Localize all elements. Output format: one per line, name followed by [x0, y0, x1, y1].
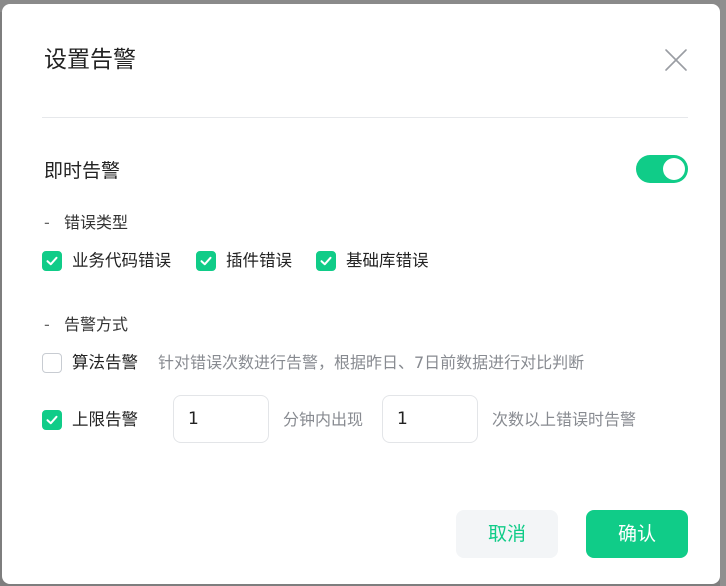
instant-alert-label: 即时告警 — [44, 160, 121, 182]
header-divider — [42, 117, 688, 118]
minutes-input[interactable] — [173, 395, 269, 443]
checkbox-base-library-error[interactable]: 基础库错误 — [316, 250, 429, 272]
toggle-knob — [663, 158, 685, 180]
check-icon — [320, 256, 332, 266]
dash-marker: - — [44, 213, 50, 232]
checkbox-label: 算法告警 — [72, 353, 138, 372]
check-icon — [46, 415, 58, 425]
close-button[interactable] — [662, 46, 690, 74]
cancel-button[interactable]: 取消 — [456, 510, 558, 558]
count-input[interactable] — [382, 395, 478, 443]
alert-methods-heading-text: 告警方式 — [64, 315, 129, 334]
checkbox-upper-limit-alert[interactable]: 上限告警 — [42, 409, 138, 431]
confirm-button[interactable]: 确认 — [586, 510, 688, 558]
checkbox-box[interactable] — [42, 410, 62, 430]
checkbox-algorithm-alert[interactable]: 算法告警 — [42, 352, 138, 374]
algorithm-alert-hint: 针对错误次数进行告警，根据昨日、7日前数据进行对比判断 — [158, 353, 585, 372]
alert-settings-dialog: 设置告警 即时告警 - 错误类型 业务代码错误 插件错误 基础库错误 - 告警方式 — [2, 4, 720, 584]
checkbox-label: 上限告警 — [72, 410, 138, 429]
checkbox-business-code-error[interactable]: 业务代码错误 — [42, 250, 171, 272]
checkbox-label: 插件错误 — [226, 251, 292, 270]
minutes-suffix: 分钟内出现 — [283, 410, 364, 429]
checkbox-box[interactable] — [316, 251, 336, 271]
check-icon — [46, 256, 58, 266]
checkbox-label: 业务代码错误 — [72, 251, 171, 270]
alert-methods-heading: - 告警方式 — [44, 314, 128, 336]
error-types-heading: - 错误类型 — [44, 212, 128, 234]
checkbox-plugin-error[interactable]: 插件错误 — [196, 250, 292, 272]
checkbox-box[interactable] — [42, 353, 62, 373]
check-icon — [200, 256, 212, 266]
count-suffix: 次数以上错误时告警 — [492, 410, 637, 429]
checkbox-box[interactable] — [42, 251, 62, 271]
checkbox-box[interactable] — [196, 251, 216, 271]
instant-alert-toggle[interactable] — [636, 155, 688, 183]
checkbox-label: 基础库错误 — [346, 251, 429, 270]
dialog-title: 设置告警 — [44, 47, 136, 73]
backdrop-edge — [720, 0, 726, 586]
error-types-heading-text: 错误类型 — [64, 213, 129, 232]
dash-marker: - — [44, 315, 50, 334]
close-icon — [665, 49, 687, 71]
